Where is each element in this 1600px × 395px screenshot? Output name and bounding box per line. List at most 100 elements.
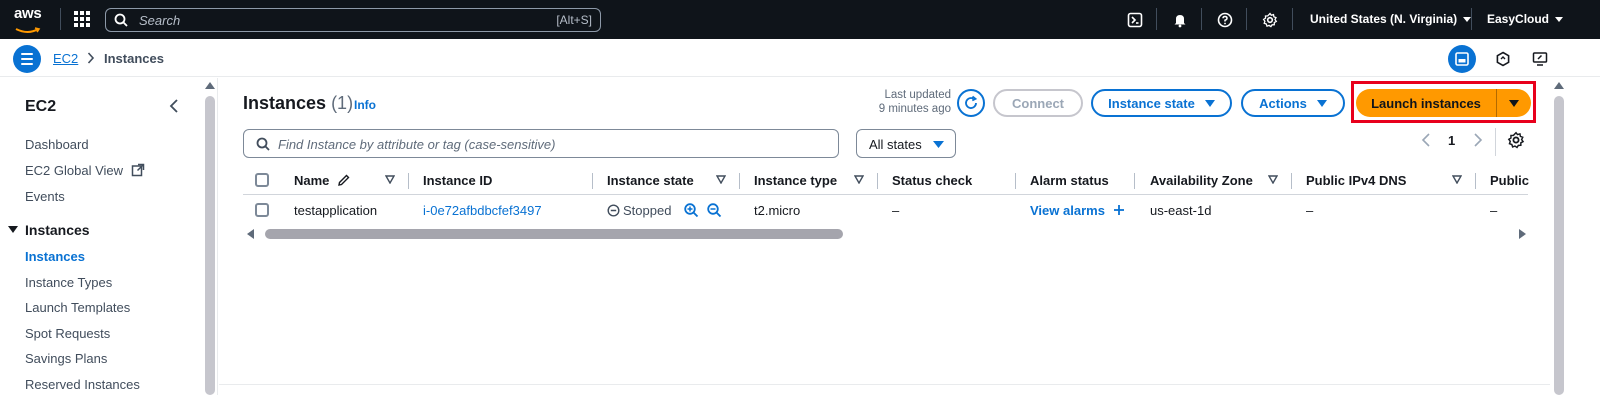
- instance-filter-input[interactable]: Find Instance by attribute or tag (case-…: [243, 129, 839, 158]
- sort-icon[interactable]: [1452, 175, 1462, 184]
- column-header-instance-type[interactable]: Instance type: [754, 173, 837, 188]
- column-divider[interactable]: [739, 173, 740, 189]
- help-icon[interactable]: [1215, 10, 1235, 30]
- scroll-up-arrow[interactable]: [1554, 82, 1564, 89]
- connect-button[interactable]: Connect: [993, 89, 1083, 117]
- view-alarms-label: View alarms: [1030, 203, 1105, 218]
- divider: [219, 384, 1550, 385]
- cloudshell-icon[interactable]: [1125, 10, 1145, 30]
- column-divider[interactable]: [1015, 173, 1016, 189]
- sidebar-item-instance-types[interactable]: Instance Types: [25, 275, 112, 290]
- cell-status-check: –: [892, 203, 900, 218]
- chevron-right-icon[interactable]: [1473, 132, 1483, 148]
- scrollbar-thumb[interactable]: [1554, 96, 1564, 395]
- column-header-instance-state[interactable]: Instance state: [607, 173, 694, 188]
- column-header-instance-id[interactable]: Instance ID: [423, 173, 492, 188]
- sidebar-item-label: EC2 Global View: [25, 163, 124, 178]
- nav-divider: [1292, 8, 1293, 30]
- aws-smile-icon: [15, 27, 41, 33]
- view-alarms-link[interactable]: View alarms: [1030, 203, 1125, 218]
- column-header-public[interactable]: Public: [1490, 173, 1529, 188]
- chevron-right-icon: [87, 52, 95, 64]
- cell-instance-state: Stopped: [607, 203, 671, 218]
- cell-name: testapplication: [294, 203, 378, 218]
- row-checkbox[interactable]: [255, 203, 269, 217]
- chevron-left-icon[interactable]: [168, 98, 180, 114]
- settings-gear-icon[interactable]: [1260, 10, 1280, 30]
- global-search-input[interactable]: Search [Alt+S]: [105, 8, 601, 32]
- account-menu[interactable]: EasyCloud: [1487, 12, 1564, 26]
- sort-icon[interactable]: [716, 175, 726, 184]
- actions-label: Actions: [1259, 95, 1307, 111]
- page-title: Instances (1): [243, 93, 353, 114]
- zoom-in-icon[interactable]: [684, 203, 699, 218]
- cell-instance-id-link[interactable]: i-0e72afbdbcfef3497: [423, 203, 542, 218]
- sidebar-item-events[interactable]: Events: [25, 189, 65, 204]
- aws-logo[interactable]: aws: [14, 5, 46, 33]
- sidebar-item-dashboard[interactable]: Dashboard: [25, 137, 89, 152]
- side-nav-toggle-button[interactable]: [13, 45, 41, 73]
- column-header-availability-zone[interactable]: Availability Zone: [1150, 173, 1253, 188]
- column-header-public-dns[interactable]: Public IPv4 DNS: [1306, 173, 1406, 188]
- sidebar-section-instances[interactable]: Instances: [8, 222, 90, 238]
- sort-icon[interactable]: [1268, 175, 1278, 184]
- caret-down-icon: [1509, 99, 1519, 107]
- column-divider[interactable]: [408, 173, 409, 189]
- table-horizontal-scrollbar[interactable]: [243, 228, 1528, 240]
- sidebar-item-reserved-instances[interactable]: Reserved Instances: [25, 377, 140, 392]
- scroll-right-arrow[interactable]: [1519, 229, 1526, 239]
- scrollbar-thumb[interactable]: [205, 96, 215, 395]
- column-divider[interactable]: [1475, 173, 1476, 189]
- column-divider[interactable]: [877, 173, 878, 189]
- launch-instances-button[interactable]: Launch instances: [1356, 89, 1531, 117]
- region-label: United States (N. Virginia): [1310, 12, 1458, 26]
- monitor-edit-icon: [1532, 52, 1548, 66]
- table-header: Name Instance ID Instance state Instance…: [243, 167, 1529, 195]
- table-settings-gear-icon[interactable]: [1507, 131, 1525, 149]
- page-scrollbar[interactable]: [1552, 78, 1566, 395]
- notifications-bell-icon[interactable]: [1170, 10, 1190, 30]
- feedback-button[interactable]: [1526, 45, 1554, 73]
- column-header-alarm-status[interactable]: Alarm status: [1030, 173, 1109, 188]
- launch-dropdown-toggle[interactable]: [1497, 99, 1531, 107]
- stopped-status-icon: [607, 204, 620, 217]
- column-divider[interactable]: [1134, 173, 1135, 189]
- launch-instances-label: Launch instances: [1371, 95, 1481, 111]
- scroll-left-arrow[interactable]: [247, 229, 254, 239]
- column-header-name[interactable]: Name: [294, 173, 351, 188]
- sort-icon[interactable]: [854, 175, 864, 184]
- sidebar-item-spot-requests[interactable]: Spot Requests: [25, 326, 110, 341]
- breadcrumb-current: Instances: [104, 51, 164, 66]
- column-divider[interactable]: [592, 173, 593, 189]
- caret-down-icon: [1204, 99, 1215, 107]
- sort-icon[interactable]: [385, 175, 395, 184]
- page-number[interactable]: 1: [1448, 133, 1455, 148]
- chevron-down-icon: [1555, 17, 1564, 22]
- info-panel-toggle-button[interactable]: [1448, 45, 1476, 73]
- sidebar-section-label: Instances: [25, 222, 90, 238]
- sidebar-item-instances[interactable]: Instances: [25, 249, 85, 264]
- services-grid-icon[interactable]: [74, 11, 90, 27]
- sidebar-item-savings-plans[interactable]: Savings Plans: [25, 351, 107, 366]
- column-header-status-check[interactable]: Status check: [892, 173, 972, 188]
- table-row[interactable]: testapplication i-0e72afbdbcfef3497 Stop…: [243, 195, 1528, 225]
- zoom-out-icon[interactable]: [707, 203, 722, 218]
- column-divider[interactable]: [1291, 173, 1292, 189]
- scroll-up-arrow[interactable]: [205, 82, 215, 89]
- chevron-left-icon[interactable]: [1421, 132, 1431, 148]
- refresh-icon: [965, 95, 978, 109]
- info-link[interactable]: Info: [354, 98, 376, 112]
- security-hub-button[interactable]: [1489, 45, 1517, 73]
- actions-button[interactable]: Actions: [1241, 89, 1345, 117]
- aws-logo-text: aws: [14, 5, 42, 22]
- breadcrumb-ec2-link[interactable]: EC2: [53, 51, 78, 66]
- instance-state-button[interactable]: Instance state: [1091, 89, 1232, 117]
- region-selector[interactable]: United States (N. Virginia): [1310, 12, 1472, 26]
- select-all-checkbox[interactable]: [255, 173, 269, 187]
- refresh-button[interactable]: [957, 89, 985, 117]
- scrollbar-thumb[interactable]: [265, 229, 843, 239]
- states-filter-select[interactable]: All states: [856, 129, 956, 158]
- sidebar-scrollbar[interactable]: [204, 78, 216, 395]
- sidebar-item-global-view[interactable]: EC2 Global View: [25, 163, 145, 178]
- sidebar-item-launch-templates[interactable]: Launch Templates: [25, 300, 130, 315]
